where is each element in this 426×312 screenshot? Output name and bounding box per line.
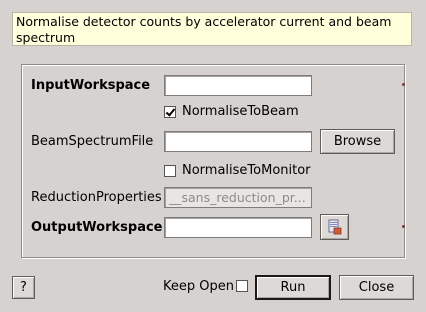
normalise-to-beam-checkbox[interactable] — [164, 106, 176, 118]
required-marker — [402, 83, 405, 86]
workspace-picker-button[interactable] — [320, 214, 349, 240]
output-workspace-label: OutputWorkspace — [31, 220, 163, 235]
reduction-properties-field[interactable]: __sans_reduction_pr... — [164, 187, 312, 208]
normalise-to-monitor-checkbox[interactable] — [164, 165, 176, 177]
close-button[interactable]: Close — [339, 275, 414, 300]
run-button[interactable]: Run — [255, 275, 331, 300]
workspace-icon — [328, 219, 341, 235]
output-workspace-field[interactable] — [164, 217, 312, 238]
beam-spectrum-file-field[interactable] — [164, 131, 312, 152]
keep-open-checkbox[interactable] — [236, 280, 248, 292]
help-button[interactable]: ? — [12, 276, 35, 299]
browse-button[interactable]: Browse — [320, 129, 395, 154]
reduction-properties-label: ReductionProperties — [31, 190, 162, 205]
normalise-to-beam-label: NormaliseToBeam — [182, 104, 299, 119]
normalise-to-monitor-label: NormaliseToMonitor — [182, 163, 311, 178]
keep-open-label: Keep Open — [163, 279, 234, 294]
input-workspace-label: InputWorkspace — [31, 78, 151, 93]
input-workspace-field[interactable] — [164, 75, 312, 96]
required-marker — [402, 225, 405, 228]
beam-spectrum-file-label: BeamSpectrumFile — [31, 134, 154, 149]
algorithm-description: Normalise detector counts by accelerator… — [12, 12, 412, 46]
